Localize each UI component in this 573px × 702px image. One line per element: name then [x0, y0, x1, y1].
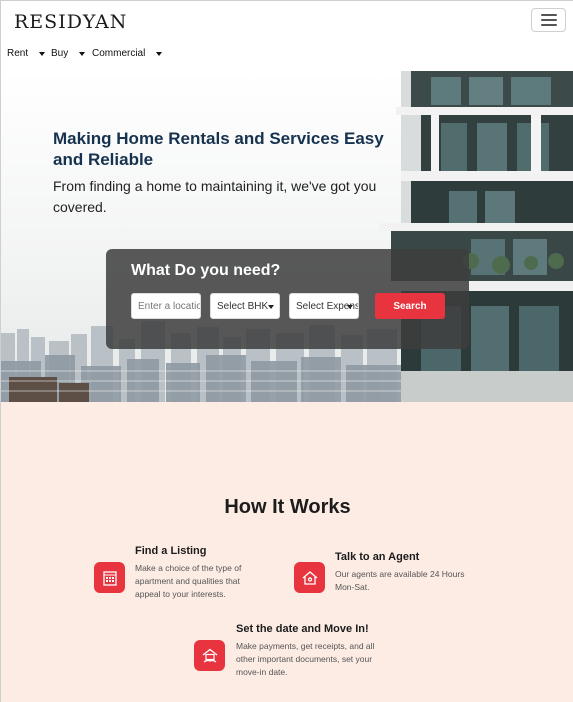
step-description: Our agents are available 24 Hours Mon-Sa… — [335, 569, 465, 592]
search-panel: What Do you need? Enter a location Selec… — [106, 249, 469, 349]
house-location-icon — [294, 562, 325, 593]
caret-down-icon — [39, 51, 46, 56]
hamburger-line — [540, 24, 557, 26]
hamburger-line — [540, 14, 557, 16]
expense-select[interactable]: Select Expense — [289, 293, 359, 319]
step-description: Make a choice of the type of apartment a… — [135, 563, 242, 599]
how-it-works-section: How It Works Find a Listing Make a choic… — [1, 402, 573, 702]
chevron-down-icon — [347, 305, 353, 309]
step-description: Make payments, get receipts, and all oth… — [236, 641, 375, 677]
nav-label: Commercial — [92, 48, 146, 59]
bhk-select-value: Select BHK — [217, 300, 269, 312]
nav-label: Buy — [51, 48, 69, 59]
search-button[interactable]: Search — [375, 293, 445, 319]
section-title: How It Works — [224, 496, 351, 518]
hero-heading: Making Home Rentals and Services Easy an… — [53, 129, 384, 169]
hamburger-line — [540, 19, 557, 21]
brand-logo[interactable]: RESIDYAN — [14, 11, 127, 33]
site-header: RESIDYAN Rent Buy Commercial — [1, 1, 573, 71]
nav-item-rent[interactable]: Rent — [7, 48, 51, 59]
nav-item-commercial[interactable]: Commercial — [92, 48, 163, 59]
hero-subheading: From finding a home to maintaining it, w… — [53, 178, 377, 215]
search-panel-title: What Do you need? — [131, 262, 281, 279]
chevron-down-icon — [268, 305, 274, 309]
step-title: Set the date and Move In! — [236, 623, 369, 635]
caret-down-icon — [156, 51, 163, 56]
menu-toggle-button[interactable] — [531, 8, 566, 32]
building-icon — [94, 562, 125, 593]
city-skyline-image — [1, 71, 573, 402]
bhk-select[interactable]: Select BHK — [210, 293, 280, 319]
house-handshake-icon — [194, 640, 225, 671]
location-input[interactable]: Enter a location — [131, 293, 201, 319]
caret-down-icon — [79, 51, 86, 56]
nav-label: Rent — [7, 48, 29, 59]
nav-item-buy[interactable]: Buy — [51, 48, 92, 59]
step-title: Talk to an Agent — [335, 551, 420, 563]
hero-section: Making Home Rentals and Services Easy an… — [1, 71, 573, 402]
step-title: Find a Listing — [135, 545, 207, 557]
main-nav: Rent Buy Commercial — [7, 48, 163, 59]
